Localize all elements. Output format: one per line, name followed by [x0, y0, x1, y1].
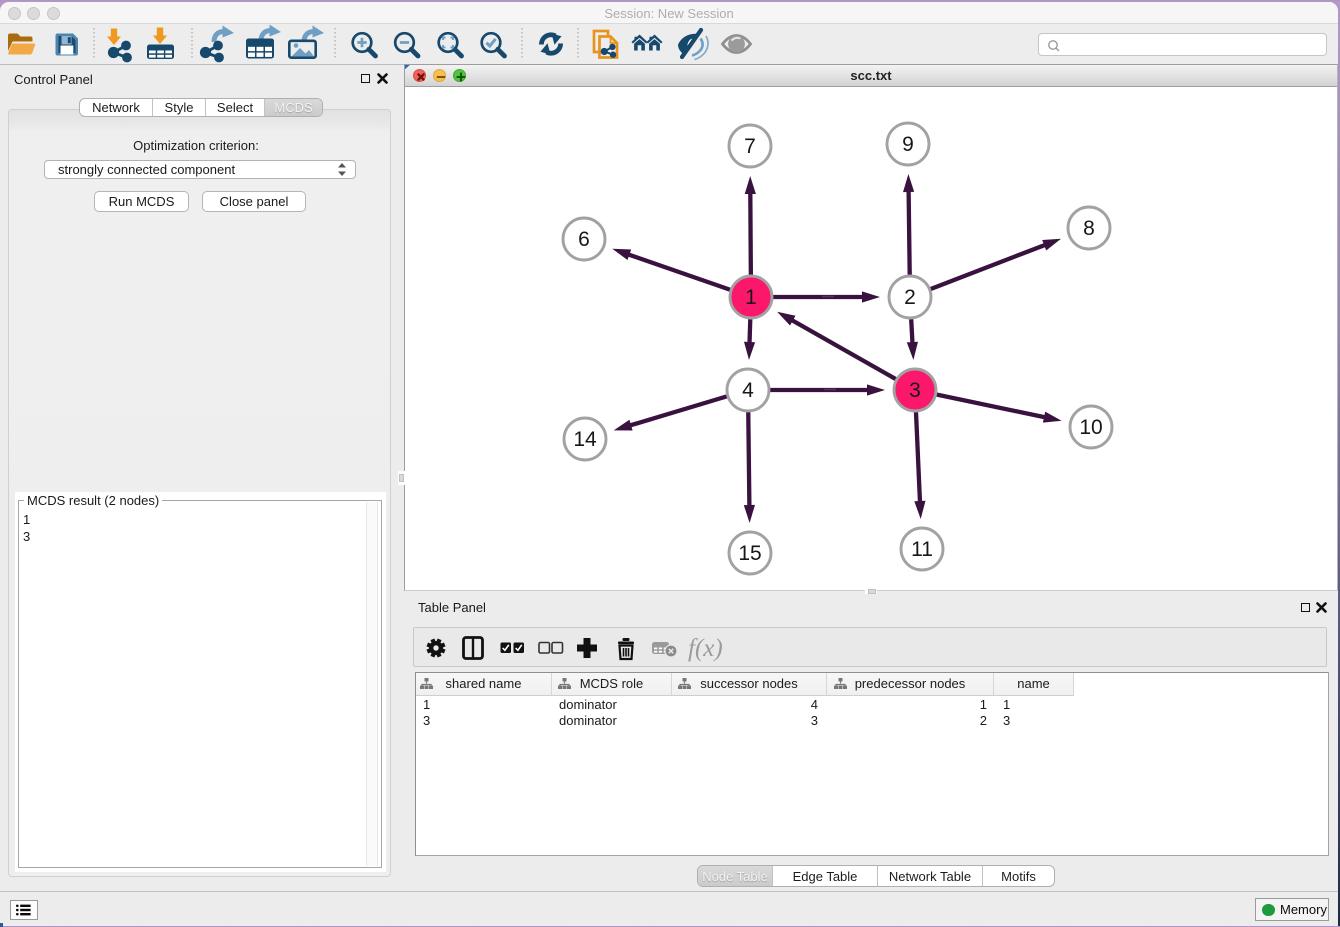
svg-text:3: 3	[909, 379, 921, 402]
svg-text:4: 4	[742, 379, 754, 402]
svg-text:2: 2	[904, 286, 916, 309]
svg-text:6: 6	[578, 228, 590, 251]
svg-text:10: 10	[1079, 416, 1102, 439]
svg-text:9: 9	[902, 133, 914, 156]
svg-text:f(x): f(x)	[688, 635, 723, 662]
svg-text:14: 14	[573, 428, 597, 451]
svg-text:8: 8	[1083, 217, 1095, 240]
svg-text:15: 15	[738, 542, 761, 565]
svg-text:11: 11	[911, 538, 933, 561]
svg-text:1: 1	[745, 286, 757, 309]
svg-text:7: 7	[744, 135, 756, 158]
